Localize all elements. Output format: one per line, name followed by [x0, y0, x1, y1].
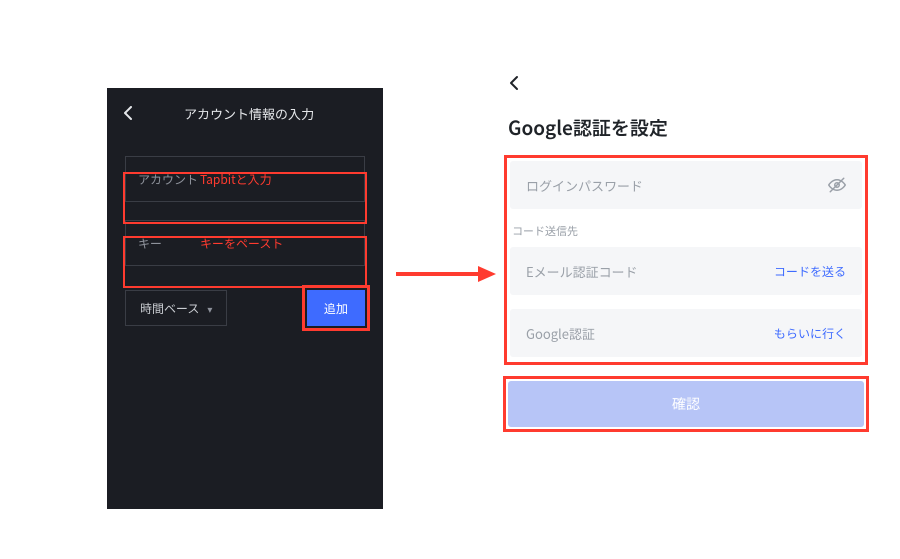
- email-code-placeholder: Eメール認証コード: [526, 262, 638, 281]
- chevron-down-icon: ▾: [207, 301, 212, 316]
- key-field[interactable]: キー キーをペースト: [125, 220, 365, 266]
- back-button-right[interactable]: [508, 72, 530, 94]
- account-field-value: Tapbitと入力: [200, 171, 272, 188]
- time-base-label: 時間ベース: [140, 300, 199, 317]
- arrow-right-icon: [396, 264, 496, 284]
- send-code-button[interactable]: コードを送る: [774, 263, 846, 280]
- password-placeholder: ログインパスワード: [526, 176, 643, 195]
- key-field-label: キー: [138, 235, 200, 252]
- right-title: Google認証を設定: [508, 114, 864, 141]
- account-field[interactable]: アカウント Tapbitと入力: [125, 156, 365, 202]
- chevron-left-icon: [508, 75, 520, 91]
- eye-off-icon[interactable]: [828, 176, 846, 194]
- google-auth-setup-panel: Google認証を設定 ログインパスワード コード送信先 Eメール認証コード コ…: [508, 72, 864, 427]
- left-header-title: アカウント情報の入力: [145, 104, 371, 123]
- email-code-field[interactable]: Eメール認証コード コードを送る: [510, 247, 862, 295]
- left-header: アカウント情報の入力: [107, 88, 383, 138]
- google-auth-placeholder: Google認証: [526, 324, 595, 343]
- add-button-label: 追加: [324, 300, 348, 317]
- confirm-button-label: 確認: [672, 394, 700, 414]
- get-code-button[interactable]: もらいに行く: [774, 325, 846, 342]
- password-field[interactable]: ログインパスワード: [510, 161, 862, 209]
- chevron-left-icon: [123, 106, 133, 120]
- confirm-button[interactable]: 確認: [508, 381, 864, 427]
- code-section-label: コード送信先: [512, 223, 860, 239]
- google-auth-field[interactable]: Google認証 もらいに行く: [510, 309, 862, 357]
- authenticator-app-panel: アカウント情報の入力 アカウント Tapbitと入力 キー キーをペースト 時間…: [107, 88, 383, 509]
- time-base-select[interactable]: 時間ベース ▾: [125, 290, 227, 326]
- account-field-label: アカウント: [138, 171, 200, 188]
- key-field-value: キーをペースト: [200, 235, 283, 252]
- back-button-left[interactable]: [119, 104, 137, 122]
- add-button[interactable]: 追加: [307, 290, 365, 326]
